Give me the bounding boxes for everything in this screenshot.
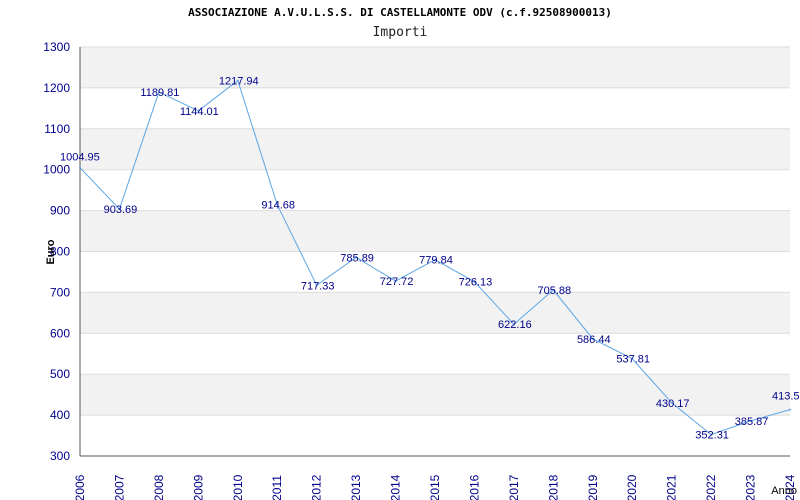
x-tick-label: 2006 — [73, 474, 87, 500]
data-label: 903.69 — [104, 204, 138, 216]
x-axis-title: Anno — [771, 485, 797, 497]
data-label: 785.89 — [340, 252, 374, 264]
y-tick-label: 500 — [50, 367, 70, 381]
data-label: 1144.01 — [180, 106, 219, 118]
x-tick-label: 2010 — [231, 474, 245, 500]
x-tick-label: 2008 — [152, 474, 166, 500]
x-tick-label: 2017 — [507, 474, 521, 500]
line-chart: ASSOCIAZIONE A.V.U.L.S.S. DI CASTELLAMON… — [0, 0, 800, 500]
data-label: 1189.81 — [140, 87, 179, 99]
y-tick-label: 1300 — [43, 40, 70, 54]
data-label: 1004.95 — [60, 152, 100, 164]
grid-band — [80, 210, 790, 252]
y-tick-label: 1000 — [43, 163, 70, 177]
data-label: 705.88 — [538, 285, 572, 297]
x-tick-label: 2007 — [112, 474, 126, 500]
y-tick-label: 900 — [50, 204, 70, 218]
x-tick-label: 2020 — [625, 474, 639, 500]
x-tick-label: 2019 — [586, 474, 600, 500]
data-label: 1217.94 — [219, 76, 259, 88]
x-tick-label: 2021 — [665, 474, 679, 500]
data-label: 914.68 — [261, 200, 295, 212]
y-tick-label: 600 — [50, 326, 70, 340]
x-tick-label: 2018 — [546, 474, 560, 500]
x-tick-label: 2009 — [191, 474, 205, 500]
x-tick-label: 2022 — [704, 474, 718, 500]
y-tick-label: 300 — [50, 449, 70, 463]
data-label: 430.17 — [656, 398, 690, 410]
data-point — [789, 408, 791, 411]
x-tick-label: 2023 — [744, 474, 758, 500]
data-label: 717.33 — [301, 280, 335, 292]
chart-plot-area: 3004005006007008009001000110012001300200… — [43, 40, 800, 500]
grid-band — [80, 128, 790, 170]
grid-band — [80, 47, 790, 88]
x-tick-label: 2014 — [389, 474, 403, 500]
y-tick-label: 700 — [50, 285, 70, 299]
y-tick-label: 1200 — [43, 81, 70, 95]
data-label: 352.31 — [695, 430, 729, 442]
data-label: 727.72 — [380, 276, 414, 288]
data-label: 779.84 — [419, 255, 453, 267]
x-tick-label: 2016 — [467, 474, 481, 500]
data-label: 385.87 — [735, 416, 769, 428]
grid-band — [80, 292, 790, 334]
x-tick-label: 2012 — [310, 474, 324, 500]
y-tick-label: 1100 — [44, 122, 70, 136]
x-tick-label: 2015 — [428, 474, 442, 500]
data-point — [79, 166, 81, 169]
x-tick-label: 2013 — [349, 474, 363, 500]
data-label: 586.44 — [577, 334, 611, 346]
data-label: 537.81 — [616, 354, 650, 366]
y-axis-title: Euro — [45, 239, 57, 264]
y-tick-label: 400 — [50, 408, 70, 422]
data-label: 413.5 — [772, 391, 800, 403]
data-label: 622.16 — [498, 319, 532, 331]
x-tick-label: 2011 — [270, 475, 284, 500]
data-label: 726.13 — [459, 277, 493, 289]
